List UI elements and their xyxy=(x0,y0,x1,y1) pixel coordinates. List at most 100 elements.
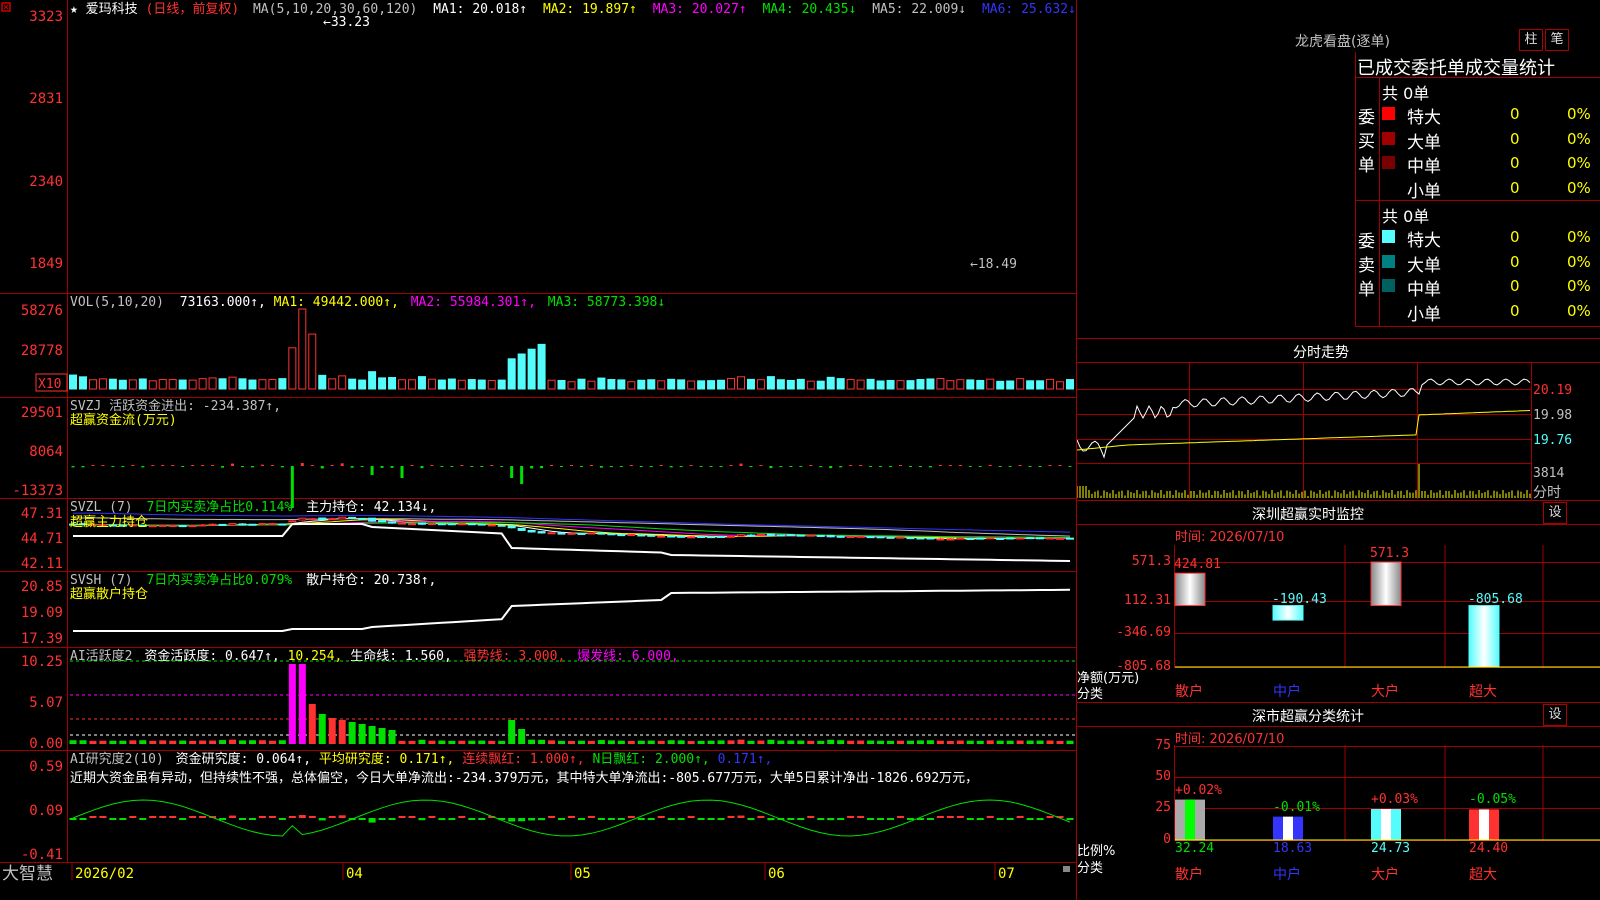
classify-y-tick: 0 xyxy=(1163,832,1171,847)
research-bar xyxy=(637,818,645,820)
svsh-y-tick-2: 17.39 xyxy=(21,631,63,647)
candle xyxy=(627,533,636,536)
svg-text:VOL(5,10,20) 73163.000↑,: VOL(5,10,20) 73163.000↑, MA1: 49442.000↑… xyxy=(70,295,665,310)
fund-flow-bar xyxy=(101,465,105,466)
volume-bar xyxy=(806,380,815,390)
candle xyxy=(557,532,566,535)
activity-bar xyxy=(468,740,476,744)
svsh-ratio: 7日内买卖净占比0.079% xyxy=(146,572,292,588)
candle xyxy=(1046,537,1055,540)
research-bar xyxy=(1016,816,1024,818)
candle-body xyxy=(796,534,805,537)
volume-bar xyxy=(537,343,546,390)
candle-body xyxy=(577,532,586,535)
sell-row-count: 0 xyxy=(1510,277,1520,295)
activity-bar xyxy=(966,740,974,744)
research-bar xyxy=(248,818,256,820)
candle-body xyxy=(607,533,616,536)
kline-chart-area[interactable]: 3323 2831 2340 1849 ★ 爱玛科技 (日线，前复权) MA(5,10… xyxy=(0,0,1077,900)
candle-body xyxy=(1046,537,1055,540)
activity-bar xyxy=(358,724,366,744)
buy-row-name: 特大 xyxy=(1407,108,1441,128)
classify-value-label: 32.24 xyxy=(1175,841,1215,856)
candle xyxy=(776,534,785,537)
monitor-bar xyxy=(1370,561,1402,607)
fund-flow-bar xyxy=(450,466,454,467)
activity-bar xyxy=(657,740,665,744)
activity-bar xyxy=(368,726,376,744)
classify-settings-button[interactable]: 设 xyxy=(1543,704,1567,726)
main-y-tick-2: 2340 xyxy=(29,174,63,190)
volume-bar xyxy=(736,376,745,390)
activity-bar xyxy=(528,739,536,744)
candle-body xyxy=(368,517,377,522)
volume-bar xyxy=(258,379,267,390)
volume-bar xyxy=(966,379,975,390)
buy-color-swatch xyxy=(1382,107,1395,120)
monitor-settings-button[interactable]: 设 xyxy=(1543,502,1567,524)
research-bar xyxy=(707,818,715,820)
ai-res-red: 连续飘红: 1.000↑, xyxy=(462,751,584,767)
candle-body xyxy=(198,524,207,527)
fund-flow-bar xyxy=(460,465,464,466)
candle-body xyxy=(278,523,287,526)
activity-bar xyxy=(1046,740,1054,744)
volume-bar xyxy=(1046,378,1055,390)
volume-bar xyxy=(896,380,905,390)
sell-color-swatch xyxy=(1382,254,1395,268)
classify-value-label: 18.63 xyxy=(1273,841,1313,856)
volume-bar xyxy=(378,377,387,390)
candle xyxy=(537,531,546,534)
activity-bar xyxy=(378,728,386,744)
date-label-1: 04 xyxy=(346,866,363,882)
candle-body xyxy=(677,535,686,538)
classify-bar-highlight xyxy=(1381,809,1391,840)
candle xyxy=(916,537,925,540)
ma2-value: MA2: 19.897↑ xyxy=(543,2,637,17)
volume-bar xyxy=(637,379,646,390)
svzl-ratio: 7日内买卖净占比0.114% xyxy=(146,499,292,515)
sell-row-name: 大单 xyxy=(1407,255,1441,276)
candle xyxy=(866,536,875,539)
candle-body xyxy=(866,536,875,539)
candle xyxy=(477,523,486,526)
research-bar xyxy=(358,818,366,820)
volume-bar xyxy=(996,380,1005,390)
monitor-title: 深圳超赢实时监控 xyxy=(1252,507,1364,523)
activity-bar xyxy=(996,740,1004,744)
research-bar xyxy=(897,816,905,818)
candle xyxy=(647,534,656,537)
svzj-y-tick-2: -13373 xyxy=(12,483,63,499)
candle-body xyxy=(966,537,975,540)
candle xyxy=(547,532,556,535)
candle-body xyxy=(378,520,387,523)
volume-bar xyxy=(517,353,526,390)
research-bar xyxy=(518,818,526,822)
activity-bar xyxy=(946,741,954,744)
research-bar xyxy=(577,818,585,820)
fund-flow-bar xyxy=(649,466,653,467)
volume-bar xyxy=(906,380,915,390)
ma3-value: MA3: 20.027↑ xyxy=(653,2,747,17)
sell-color-swatch xyxy=(1382,279,1395,292)
fund-flow-bar xyxy=(789,466,793,467)
activity-bar xyxy=(119,740,127,744)
candle xyxy=(517,527,526,531)
fund-flow-bar xyxy=(320,466,324,469)
research-bar xyxy=(538,818,546,821)
candle-body xyxy=(487,524,496,527)
ai-act-y-tick-2: 0.00 xyxy=(29,736,63,752)
buy-row-name: 中单 xyxy=(1407,157,1441,177)
candle xyxy=(617,533,626,537)
date-label-4: 07 xyxy=(998,866,1015,882)
research-bar xyxy=(189,816,197,818)
volume-bar xyxy=(936,377,945,390)
intraday-price-high: 20.19 xyxy=(1533,383,1573,398)
research-bar xyxy=(797,818,805,820)
fund-flow-bar xyxy=(131,464,135,466)
candle xyxy=(996,537,1005,540)
candle-body xyxy=(158,524,167,527)
research-bar xyxy=(169,816,177,818)
candle xyxy=(158,524,167,527)
period-label[interactable]: (日线，前复权) xyxy=(146,1,240,17)
